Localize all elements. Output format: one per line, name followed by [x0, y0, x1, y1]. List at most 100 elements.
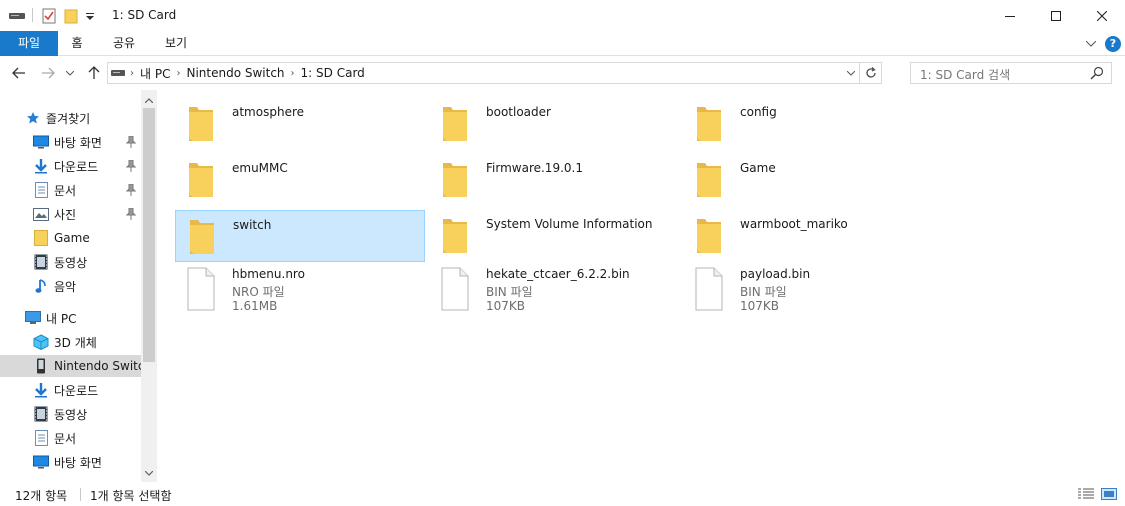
arrow-left-icon	[12, 67, 25, 79]
selection-count: 1개 항목 선택함	[90, 489, 172, 503]
picture-icon	[33, 206, 49, 222]
new-folder-icon[interactable]	[62, 6, 80, 26]
window-title: 1: SD Card	[112, 8, 177, 22]
scroll-thumb[interactable]	[143, 108, 155, 362]
title-bar: 1: SD Card	[0, 0, 1125, 31]
sidebar-item-videos[interactable]: 동영상	[0, 251, 141, 273]
large-icons-view-icon	[1101, 488, 1117, 500]
sidebar-item-downloads[interactable]: 다운로드	[0, 379, 141, 401]
drive-icon[interactable]	[8, 6, 26, 26]
file-item-hbmenu[interactable]: hbmenu.nro NRO 파일 1.61MB	[175, 262, 425, 318]
forward-button[interactable]	[38, 63, 58, 83]
search-icon[interactable]	[1089, 65, 1105, 81]
help-button[interactable]: ?	[1104, 35, 1122, 53]
file-icon	[187, 267, 215, 311]
refresh-icon	[865, 67, 876, 78]
folder-item-config[interactable]: config	[683, 98, 933, 150]
sidebar-item-game[interactable]: Game	[0, 227, 141, 249]
sidebar-item-desktop-pc[interactable]: 바탕 화면	[0, 451, 141, 473]
folder-item-atmosphere[interactable]: atmosphere	[175, 98, 425, 150]
arrow-right-icon	[42, 67, 55, 79]
sidebar-item-nintendo-switch[interactable]: Nintendo Switch	[0, 355, 141, 377]
chevron-down-icon	[847, 70, 855, 76]
recent-locations-button[interactable]	[63, 63, 77, 83]
sidebar-item-desktop[interactable]: 바탕 화면	[0, 131, 141, 153]
ribbon-tabs: 파일 홈 공유 보기 ?	[0, 31, 1125, 56]
desktop-icon	[33, 134, 49, 150]
folder-icon	[697, 219, 721, 253]
star-icon	[25, 110, 41, 126]
back-button[interactable]	[9, 63, 29, 83]
pin-icon[interactable]	[126, 160, 136, 172]
file-item-payload[interactable]: payload.bin BIN 파일 107KB	[683, 262, 933, 318]
arrow-up-icon	[88, 66, 100, 79]
folder-item-game[interactable]: Game	[683, 154, 933, 206]
maximize-icon	[1051, 10, 1061, 21]
sidebar-item-videos-pc[interactable]: 동영상	[0, 403, 141, 425]
tab-home[interactable]: 홈	[62, 31, 92, 56]
breadcrumb-sd-card[interactable]: 1: SD Card	[297, 66, 369, 80]
breadcrumb-separator[interactable]: ›	[289, 68, 297, 79]
chevron-down-icon	[1086, 41, 1096, 47]
sidebar-item-this-pc[interactable]: 내 PC	[0, 307, 141, 329]
minimize-icon	[1005, 15, 1015, 17]
address-history-button[interactable]	[843, 63, 859, 83]
sidebar-item-quick-access[interactable]: 즐겨찾기	[0, 107, 141, 129]
details-view-button[interactable]	[1077, 486, 1095, 502]
expand-ribbon-button[interactable]	[1083, 35, 1099, 53]
chevron-down-icon	[145, 470, 153, 476]
customize-toolbar-icon[interactable]	[84, 6, 96, 26]
folder-icon	[33, 230, 49, 246]
properties-icon[interactable]	[40, 6, 58, 26]
breadcrumb-nintendo-switch[interactable]: Nintendo Switch	[182, 66, 288, 80]
item-count: 12개 항목	[15, 489, 68, 503]
folder-item-firmware[interactable]: Firmware.19.0.1	[429, 154, 679, 206]
folder-item-emummc[interactable]: emuMMC	[175, 154, 425, 206]
sidebar-item-downloads-pinned[interactable]: 다운로드	[0, 155, 141, 177]
scroll-down-button[interactable]	[141, 465, 157, 481]
breadcrumb-separator[interactable]: ›	[174, 68, 182, 79]
sidebar-item-3d-objects[interactable]: 3D 개체	[0, 331, 141, 353]
folder-item-warmboot-mariko[interactable]: warmboot_mariko	[683, 210, 933, 262]
tab-share[interactable]: 공유	[106, 31, 142, 56]
large-icons-view-button[interactable]	[1100, 486, 1118, 502]
tab-file[interactable]: 파일	[0, 31, 58, 56]
minimize-button[interactable]	[987, 0, 1033, 31]
sidebar-item-pictures-pinned[interactable]: 사진	[0, 203, 141, 225]
status-bar: 12개 항목 1개 항목 선택함	[0, 482, 1125, 506]
folder-item-switch[interactable]: switch	[175, 210, 425, 262]
document-icon	[33, 182, 49, 198]
file-icon	[695, 267, 723, 311]
close-button[interactable]	[1079, 0, 1125, 31]
pin-icon[interactable]	[126, 184, 136, 196]
folder-icon	[190, 220, 214, 254]
video-icon	[33, 406, 49, 422]
scroll-up-button[interactable]	[141, 92, 157, 108]
folder-icon	[443, 107, 467, 141]
drive-icon	[108, 69, 128, 77]
search-input[interactable]: 1: SD Card 검색	[920, 66, 1010, 83]
chevron-down-icon	[66, 70, 74, 76]
chevron-up-icon	[145, 97, 153, 103]
address-bar[interactable]: › 내 PC › Nintendo Switch › 1: SD Card	[107, 62, 882, 84]
sidebar-item-music[interactable]: 음악	[0, 275, 141, 297]
details-view-icon	[1078, 488, 1094, 499]
pin-icon[interactable]	[126, 208, 136, 220]
breadcrumb-my-pc[interactable]: 내 PC	[136, 65, 174, 82]
folder-item-system-volume-information[interactable]: System Volume Information	[429, 210, 679, 262]
breadcrumb-separator[interactable]: ›	[128, 68, 136, 79]
search-box[interactable]: 1: SD Card 검색	[910, 62, 1112, 84]
sidebar-item-documents[interactable]: 문서	[0, 427, 141, 449]
maximize-button[interactable]	[1033, 0, 1079, 31]
navigation-pane: 즐겨찾기 바탕 화면 다운로드 문서 사진 Game 동영상 음악 내 PC 3…	[0, 90, 157, 482]
help-icon: ?	[1105, 36, 1121, 52]
tab-view[interactable]: 보기	[158, 31, 194, 56]
music-icon	[33, 278, 49, 294]
pin-icon[interactable]	[126, 136, 136, 148]
file-item-hekate[interactable]: hekate_ctcaer_6.2.2.bin BIN 파일 107KB	[429, 262, 679, 318]
device-icon	[33, 358, 49, 374]
folder-item-bootloader[interactable]: bootloader	[429, 98, 679, 150]
sidebar-item-documents-pinned[interactable]: 문서	[0, 179, 141, 201]
up-button[interactable]	[84, 63, 104, 83]
refresh-button[interactable]	[859, 63, 881, 83]
